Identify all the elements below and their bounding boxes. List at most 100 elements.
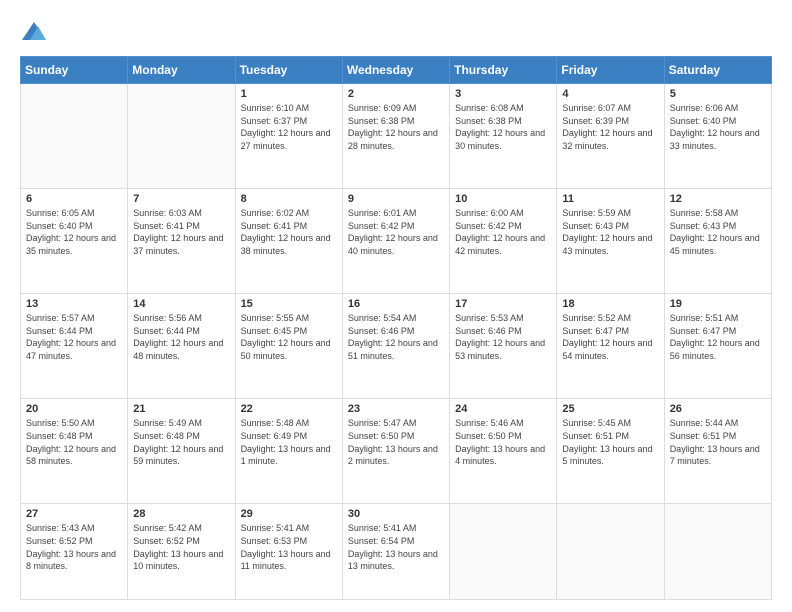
day-info: Sunrise: 5:49 AMSunset: 6:48 PMDaylight:… [133,417,229,467]
day-info: Sunrise: 5:47 AMSunset: 6:50 PMDaylight:… [348,417,444,467]
calendar-cell [21,84,128,189]
weekday-header-sunday: Sunday [21,57,128,84]
day-number: 29 [241,508,337,520]
day-info: Sunrise: 6:00 AMSunset: 6:42 PMDaylight:… [455,207,551,257]
calendar-week-2: 6 Sunrise: 6:05 AMSunset: 6:40 PMDaylight… [21,189,772,294]
logo-icon [20,18,48,46]
day-number: 25 [562,403,658,415]
day-info: Sunrise: 5:56 AMSunset: 6:44 PMDaylight:… [133,312,229,362]
calendar-cell [557,504,664,600]
header [20,18,772,46]
day-info: Sunrise: 5:54 AMSunset: 6:46 PMDaylight:… [348,312,444,362]
day-number: 12 [670,193,766,205]
day-number: 21 [133,403,229,415]
day-info: Sunrise: 6:01 AMSunset: 6:42 PMDaylight:… [348,207,444,257]
day-info: Sunrise: 5:58 AMSunset: 6:43 PMDaylight:… [670,207,766,257]
calendar-cell: 22 Sunrise: 5:48 AMSunset: 6:49 PMDayligh… [235,399,342,504]
calendar-cell: 29 Sunrise: 5:41 AMSunset: 6:53 PMDayligh… [235,504,342,600]
day-info: Sunrise: 5:50 AMSunset: 6:48 PMDaylight:… [26,417,122,467]
day-info: Sunrise: 5:41 AMSunset: 6:54 PMDaylight:… [348,522,444,572]
calendar-cell: 3 Sunrise: 6:08 AMSunset: 6:38 PMDaylight… [450,84,557,189]
calendar-cell: 16 Sunrise: 5:54 AMSunset: 6:46 PMDayligh… [342,294,449,399]
calendar-cell: 12 Sunrise: 5:58 AMSunset: 6:43 PMDayligh… [664,189,771,294]
day-number: 3 [455,88,551,100]
weekday-header-thursday: Thursday [450,57,557,84]
day-info: Sunrise: 5:52 AMSunset: 6:47 PMDaylight:… [562,312,658,362]
calendar-cell: 7 Sunrise: 6:03 AMSunset: 6:41 PMDaylight… [128,189,235,294]
day-number: 2 [348,88,444,100]
calendar-cell [664,504,771,600]
calendar-cell: 1Sunrise: 6:10 AMSunset: 6:37 PMDaylight… [235,84,342,189]
calendar-cell: 15 Sunrise: 5:55 AMSunset: 6:45 PMDayligh… [235,294,342,399]
day-number: 1 [241,88,337,100]
day-info: Sunrise: 6:03 AMSunset: 6:41 PMDaylight:… [133,207,229,257]
calendar-header: SundayMondayTuesdayWednesdayThursdayFrid… [21,57,772,84]
logo [20,18,52,46]
day-number: 20 [26,403,122,415]
day-info: Sunrise: 5:57 AMSunset: 6:44 PMDaylight:… [26,312,122,362]
day-info: Sunrise: 5:51 AMSunset: 6:47 PMDaylight:… [670,312,766,362]
day-info: Sunrise: 6:06 AMSunset: 6:40 PMDaylight:… [670,102,766,152]
weekday-header-tuesday: Tuesday [235,57,342,84]
day-number: 19 [670,298,766,310]
calendar-cell: 25 Sunrise: 5:45 AMSunset: 6:51 PMDayligh… [557,399,664,504]
day-number: 6 [26,193,122,205]
day-number: 17 [455,298,551,310]
day-number: 30 [348,508,444,520]
calendar-week-3: 13 Sunrise: 5:57 AMSunset: 6:44 PMDayligh… [21,294,772,399]
day-info: Sunrise: 5:46 AMSunset: 6:50 PMDaylight:… [455,417,551,467]
day-info: Sunrise: 5:53 AMSunset: 6:46 PMDaylight:… [455,312,551,362]
calendar-cell: 30 Sunrise: 5:41 AMSunset: 6:54 PMDayligh… [342,504,449,600]
day-info: Sunrise: 5:41 AMSunset: 6:53 PMDaylight:… [241,522,337,572]
day-info: Sunrise: 5:43 AMSunset: 6:52 PMDaylight:… [26,522,122,572]
calendar-body: 1Sunrise: 6:10 AMSunset: 6:37 PMDaylight… [21,84,772,600]
day-number: 16 [348,298,444,310]
day-info: Sunrise: 6:02 AMSunset: 6:41 PMDaylight:… [241,207,337,257]
day-number: 9 [348,193,444,205]
calendar-cell: 17 Sunrise: 5:53 AMSunset: 6:46 PMDayligh… [450,294,557,399]
day-number: 14 [133,298,229,310]
day-info: Sunrise: 6:05 AMSunset: 6:40 PMDaylight:… [26,207,122,257]
day-number: 27 [26,508,122,520]
calendar-cell: 24 Sunrise: 5:46 AMSunset: 6:50 PMDayligh… [450,399,557,504]
day-number: 11 [562,193,658,205]
calendar-cell: 14 Sunrise: 5:56 AMSunset: 6:44 PMDayligh… [128,294,235,399]
day-info: Sunrise: 5:59 AMSunset: 6:43 PMDaylight:… [562,207,658,257]
day-number: 24 [455,403,551,415]
day-info: Sunrise: 6:09 AMSunset: 6:38 PMDaylight:… [348,102,444,152]
calendar-week-5: 27 Sunrise: 5:43 AMSunset: 6:52 PMDayligh… [21,504,772,600]
calendar-cell: 18 Sunrise: 5:52 AMSunset: 6:47 PMDayligh… [557,294,664,399]
day-info: Sunrise: 5:42 AMSunset: 6:52 PMDaylight:… [133,522,229,572]
calendar-cell: 13 Sunrise: 5:57 AMSunset: 6:44 PMDayligh… [21,294,128,399]
day-info: Sunrise: 5:45 AMSunset: 6:51 PMDaylight:… [562,417,658,467]
day-number: 26 [670,403,766,415]
calendar-cell: 11 Sunrise: 5:59 AMSunset: 6:43 PMDayligh… [557,189,664,294]
calendar-cell: 2 Sunrise: 6:09 AMSunset: 6:38 PMDaylight… [342,84,449,189]
day-number: 15 [241,298,337,310]
day-number: 13 [26,298,122,310]
weekday-header-wednesday: Wednesday [342,57,449,84]
calendar-cell: 6 Sunrise: 6:05 AMSunset: 6:40 PMDaylight… [21,189,128,294]
day-info: Sunrise: 5:44 AMSunset: 6:51 PMDaylight:… [670,417,766,467]
calendar-cell: 26 Sunrise: 5:44 AMSunset: 6:51 PMDayligh… [664,399,771,504]
day-number: 18 [562,298,658,310]
calendar-week-1: 1Sunrise: 6:10 AMSunset: 6:37 PMDaylight… [21,84,772,189]
day-number: 7 [133,193,229,205]
calendar-cell: 4Sunrise: 6:07 AMSunset: 6:39 PMDaylight… [557,84,664,189]
day-number: 22 [241,403,337,415]
calendar-cell: 23Sunrise: 5:47 AMSunset: 6:50 PMDayligh… [342,399,449,504]
day-info: Sunrise: 5:55 AMSunset: 6:45 PMDaylight:… [241,312,337,362]
calendar-cell [128,84,235,189]
calendar-cell: 19 Sunrise: 5:51 AMSunset: 6:47 PMDayligh… [664,294,771,399]
day-number: 10 [455,193,551,205]
weekday-header-row: SundayMondayTuesdayWednesdayThursdayFrid… [21,57,772,84]
weekday-header-friday: Friday [557,57,664,84]
day-number: 28 [133,508,229,520]
day-info: Sunrise: 6:08 AMSunset: 6:38 PMDaylight:… [455,102,551,152]
day-info: Sunrise: 5:48 AMSunset: 6:49 PMDaylight:… [241,417,337,467]
weekday-header-saturday: Saturday [664,57,771,84]
calendar-week-4: 20 Sunrise: 5:50 AMSunset: 6:48 PMDayligh… [21,399,772,504]
weekday-header-monday: Monday [128,57,235,84]
day-number: 8 [241,193,337,205]
calendar-cell: 20 Sunrise: 5:50 AMSunset: 6:48 PMDayligh… [21,399,128,504]
